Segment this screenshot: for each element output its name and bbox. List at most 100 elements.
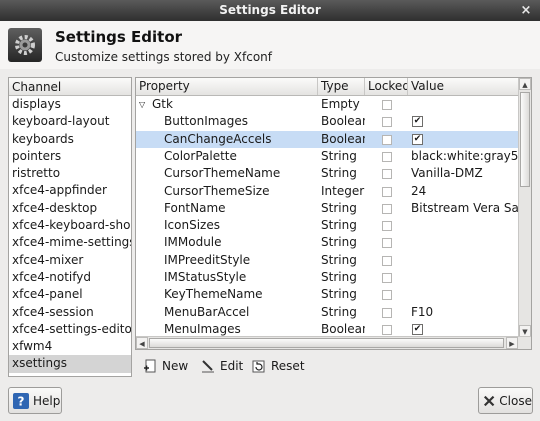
type-cell: String [321, 252, 357, 267]
table-row[interactable]: ButtonImages Boolean ✔ [136, 113, 519, 130]
locked-checkbox[interactable] [382, 255, 392, 266]
value-cell[interactable]: black:white:gray50:red:purple [411, 148, 519, 165]
property-table[interactable]: Property Type Locked Value ▽ Gtk Empty Butt… [135, 77, 532, 350]
value-checkbox[interactable]: ✔ [412, 323, 423, 335]
property-name-cell: MenuImages [164, 321, 241, 336]
reset-button[interactable]: Reset [252, 355, 305, 377]
type-cell: String [321, 270, 357, 284]
value-cell[interactable] [411, 96, 519, 113]
locked-checkbox[interactable] [382, 100, 392, 110]
channel-item[interactable]: pointers [9, 148, 131, 165]
edit-icon [202, 360, 214, 373]
header-subtitle: Customize settings stored by Xfconf [55, 50, 273, 64]
channel-item[interactable]: xfce4-desktop [9, 200, 131, 217]
value-cell[interactable] [411, 286, 519, 303]
locked-checkbox[interactable] [382, 169, 392, 180]
channel-item[interactable]: xfce4-mixer [9, 252, 131, 269]
channel-item[interactable]: xfce4-keyboard-shortcuts [9, 217, 131, 234]
channel-list[interactable]: Channel displays keyboard-layout keyboards… [8, 77, 132, 377]
property-name-cell: IMPreeditStyle [164, 252, 251, 267]
table-row[interactable]: IMPreeditStyle String [136, 252, 519, 269]
channel-item[interactable]: xfwm4 [9, 338, 131, 355]
help-button[interactable]: ? Help [8, 387, 62, 414]
locked-checkbox[interactable] [382, 238, 392, 249]
table-row[interactable]: FontName String Bitstream Vera Sans 9 [136, 200, 519, 217]
property-name-cell: FontName [164, 200, 226, 215]
property-rows: ▽ Gtk Empty ButtonImages Boolean ✔ CanChangeAc… [136, 96, 519, 337]
property-name-cell: CanChangeAccels [164, 131, 272, 146]
value-cell[interactable] [411, 217, 519, 234]
channel-item[interactable]: xfce4-notifyd [9, 269, 131, 286]
channel-item[interactable]: xfce4-settings-editor [9, 321, 131, 338]
property-column-header[interactable]: Property [136, 78, 318, 95]
locked-checkbox[interactable] [382, 134, 392, 145]
channel-item[interactable]: xsettings [9, 355, 131, 373]
table-row[interactable]: CursorThemeSize Integer 24 [136, 183, 519, 200]
new-button[interactable]: New [143, 355, 188, 377]
table-row[interactable]: IMModule String [136, 234, 519, 251]
type-cell: String [321, 148, 357, 163]
value-cell[interactable] [411, 269, 519, 286]
value-cell[interactable] [411, 234, 519, 251]
window-close-icon[interactable]: × [518, 0, 534, 21]
edit-button[interactable]: Edit [201, 355, 243, 377]
locked-column-header[interactable]: Locked [365, 78, 408, 95]
value-checkbox[interactable]: ✔ [412, 133, 423, 145]
vertical-scrollbar[interactable]: ▲ ▼ [518, 78, 531, 337]
expander-icon[interactable]: ▽ [139, 96, 145, 113]
channel-item[interactable]: xfce4-panel [9, 286, 131, 303]
locked-checkbox[interactable] [382, 307, 392, 318]
scroll-right-button[interactable]: ▶ [506, 337, 518, 349]
value-column-header[interactable]: Value [408, 78, 519, 95]
close-button[interactable]: Close [478, 387, 533, 414]
locked-checkbox[interactable] [382, 203, 392, 214]
channel-item[interactable]: keyboard-layout [9, 113, 131, 130]
close-icon [483, 395, 495, 406]
channel-item[interactable]: ristretto [9, 165, 131, 182]
table-row[interactable]: MenuImages Boolean ✔ [136, 321, 519, 337]
value-checkbox[interactable]: ✔ [412, 116, 423, 128]
channel-item[interactable]: displays [9, 96, 131, 113]
horizontal-scroll-thumb[interactable] [149, 338, 504, 348]
channel-column-header[interactable]: Channel [9, 78, 131, 96]
value-cell[interactable]: 24 [411, 183, 519, 200]
vertical-scroll-thumb[interactable] [520, 92, 530, 187]
table-row[interactable]: CursorThemeName String Vanilla-DMZ [136, 165, 519, 182]
locked-checkbox[interactable] [382, 324, 392, 335]
table-row[interactable]: KeyThemeName String [136, 286, 519, 303]
locked-checkbox[interactable] [382, 117, 392, 128]
property-name-cell: IMStatusStyle [164, 270, 247, 284]
channel-item[interactable]: xfce4-session [9, 304, 131, 321]
svg-text:?: ? [18, 394, 25, 408]
scroll-up-button[interactable]: ▲ [519, 78, 531, 90]
channel-item[interactable]: keyboards [9, 131, 131, 148]
locked-checkbox[interactable] [382, 221, 392, 232]
property-name-cell: MenuBarAccel [164, 304, 250, 319]
edit-button-label: Edit [220, 359, 244, 373]
value-cell[interactable]: F10 [411, 304, 519, 321]
property-name-cell: IconSizes [164, 218, 220, 233]
table-row[interactable]: CanChangeAccels Boolean ✔ [136, 130, 519, 148]
locked-checkbox[interactable] [382, 290, 392, 301]
channel-item[interactable]: xfce4-appfinder [9, 182, 131, 199]
type-cell: String [321, 218, 357, 233]
locked-checkbox[interactable] [382, 151, 392, 162]
type-cell: String [321, 287, 357, 302]
table-row[interactable]: ▽ Gtk Empty [136, 96, 519, 113]
value-cell[interactable] [411, 252, 519, 269]
table-row[interactable]: MenuBarAccel String F10 [136, 304, 519, 321]
channel-item[interactable]: xfce4-mime-settings [9, 234, 131, 251]
value-cell[interactable]: Bitstream Vera Sans 9 [411, 200, 519, 217]
horizontal-scrollbar[interactable]: ◀ ▶ [136, 336, 531, 349]
reset-icon [252, 360, 265, 373]
table-row[interactable]: IMStatusStyle String [136, 269, 519, 286]
table-row[interactable]: IconSizes String [136, 217, 519, 234]
property-name-cell: CursorThemeSize [164, 183, 270, 198]
locked-checkbox[interactable] [382, 273, 392, 283]
type-column-header[interactable]: Type [318, 78, 365, 95]
value-cell[interactable]: Vanilla-DMZ [411, 165, 519, 182]
type-cell: Empty [321, 97, 360, 111]
scroll-left-button[interactable]: ◀ [136, 337, 148, 349]
locked-checkbox[interactable] [382, 186, 392, 197]
table-row[interactable]: ColorPalette String black:white:gray50:red… [136, 148, 519, 165]
